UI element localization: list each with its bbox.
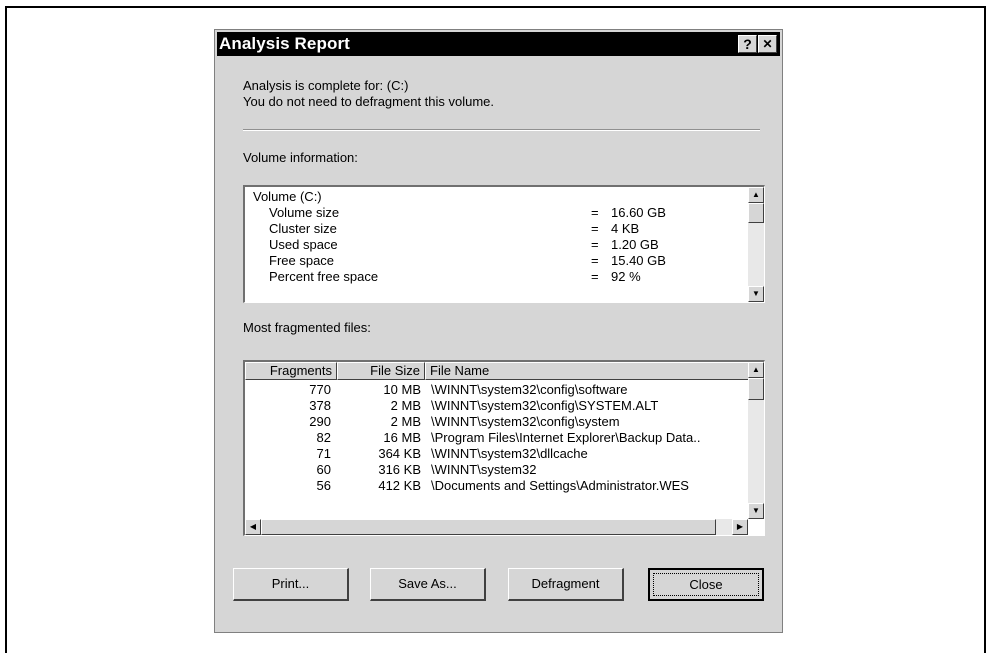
volume-stat-value: 4 KB [611, 221, 640, 236]
file-name-cell: \Documents and Settings\Administrator.WE… [431, 478, 689, 493]
volume-stat-name: Used space [269, 237, 338, 252]
help-button[interactable]: ? [738, 35, 757, 53]
file-size-cell: 16 MB [383, 430, 421, 445]
volume-info-label: Volume information: [243, 150, 358, 165]
fragments-cell: 82 [316, 430, 331, 445]
fragments-cell: 290 [309, 414, 331, 429]
volume-stat-value: 92 % [611, 269, 641, 284]
volume-info-list[interactable]: Volume (C:) Volume size = 16.60 GB Cluster … [243, 185, 765, 303]
fragmented-files-label: Most fragmented files: [243, 320, 371, 335]
file-name-cell: \Program Files\Internet Explorer\Backup … [431, 430, 701, 445]
separator [243, 129, 760, 131]
column-header-file-name[interactable]: File Name [425, 362, 749, 380]
file-name-cell: \WINNT\system32\config\SYSTEM.ALT [431, 398, 659, 413]
fragments-cell: 378 [309, 398, 331, 413]
scroll-down-icon[interactable]: ▼ [748, 286, 764, 302]
file-size-cell: 412 KB [378, 478, 421, 493]
scroll-left-icon[interactable]: ◀ [245, 519, 261, 535]
volume-stat-equals: = [591, 237, 599, 252]
files-vertical-scrollbar[interactable]: ▲ ▼ [748, 362, 764, 519]
volume-stat-name: Cluster size [269, 221, 337, 236]
print-button[interactable]: Print... [233, 568, 349, 601]
analysis-report-dialog: Analysis Report ? ✕ Analysis is complete… [214, 29, 783, 633]
scroll-thumb[interactable] [748, 378, 764, 400]
fragments-cell: 60 [316, 462, 331, 477]
fragments-cell: 71 [316, 446, 331, 461]
volume-stat-value: 1.20 GB [611, 237, 659, 252]
volume-stat-name: Volume size [269, 205, 340, 220]
volume-stat-value: 15.40 GB [611, 253, 666, 268]
file-name-cell: \WINNT\system32\dllcache [431, 446, 588, 461]
volume-stat-equals: = [591, 205, 599, 220]
close-button[interactable]: Close [648, 568, 764, 601]
file-size-cell: 316 KB [378, 462, 421, 477]
file-size-cell: 10 MB [383, 382, 421, 397]
close-icon[interactable]: ✕ [758, 35, 777, 53]
scroll-thumb[interactable] [748, 203, 764, 223]
file-name-cell: \WINNT\system32\config\software [431, 382, 628, 397]
file-name-cell: \WINNT\system32 [431, 462, 537, 477]
files-horizontal-scrollbar[interactable]: ◀ ▶ [245, 519, 748, 535]
column-header-file-size[interactable]: File Size [337, 362, 425, 380]
volume-stat-equals: = [591, 221, 599, 236]
fragments-cell: 56 [316, 478, 331, 493]
file-size-cell: 364 KB [378, 446, 421, 461]
volume-stat-name: Free space [269, 253, 335, 268]
fragments-cell: 770 [309, 382, 331, 397]
column-header-fragments[interactable]: Fragments [245, 362, 337, 380]
status-line-2: You do not need to defragment this volum… [243, 94, 495, 109]
volume-stat-equals: = [591, 253, 599, 268]
status-line-1: Analysis is complete for: (C:) [243, 78, 409, 93]
volume-stat-name: Percent free space [269, 269, 379, 284]
scroll-right-icon[interactable]: ▶ [732, 519, 748, 535]
volume-stat-value: 16.60 GB [611, 205, 666, 220]
scroll-up-icon[interactable]: ▲ [748, 362, 764, 378]
scroll-up-icon[interactable]: ▲ [748, 187, 764, 203]
volume-stat-equals: = [591, 269, 599, 284]
volume-vertical-scrollbar[interactable]: ▲ ▼ [748, 187, 764, 302]
window-title: Analysis Report [219, 34, 350, 53]
title-bar[interactable]: Analysis Report ? ✕ [217, 32, 780, 56]
scroll-down-icon[interactable]: ▼ [748, 503, 764, 519]
defragment-button[interactable]: Defragment [508, 568, 624, 601]
file-name-cell: \WINNT\system32\config\system [431, 414, 620, 429]
file-size-cell: 2 MB [390, 398, 421, 413]
horizontal-scroll-thumb[interactable] [261, 519, 716, 535]
file-size-cell: 2 MB [390, 414, 421, 429]
save-as-button[interactable]: Save As... [370, 568, 486, 601]
fragmented-files-list[interactable]: Fragments File Size File Name 770 10 MB \W… [243, 360, 765, 536]
volume-header: Volume (C:) [253, 189, 322, 204]
